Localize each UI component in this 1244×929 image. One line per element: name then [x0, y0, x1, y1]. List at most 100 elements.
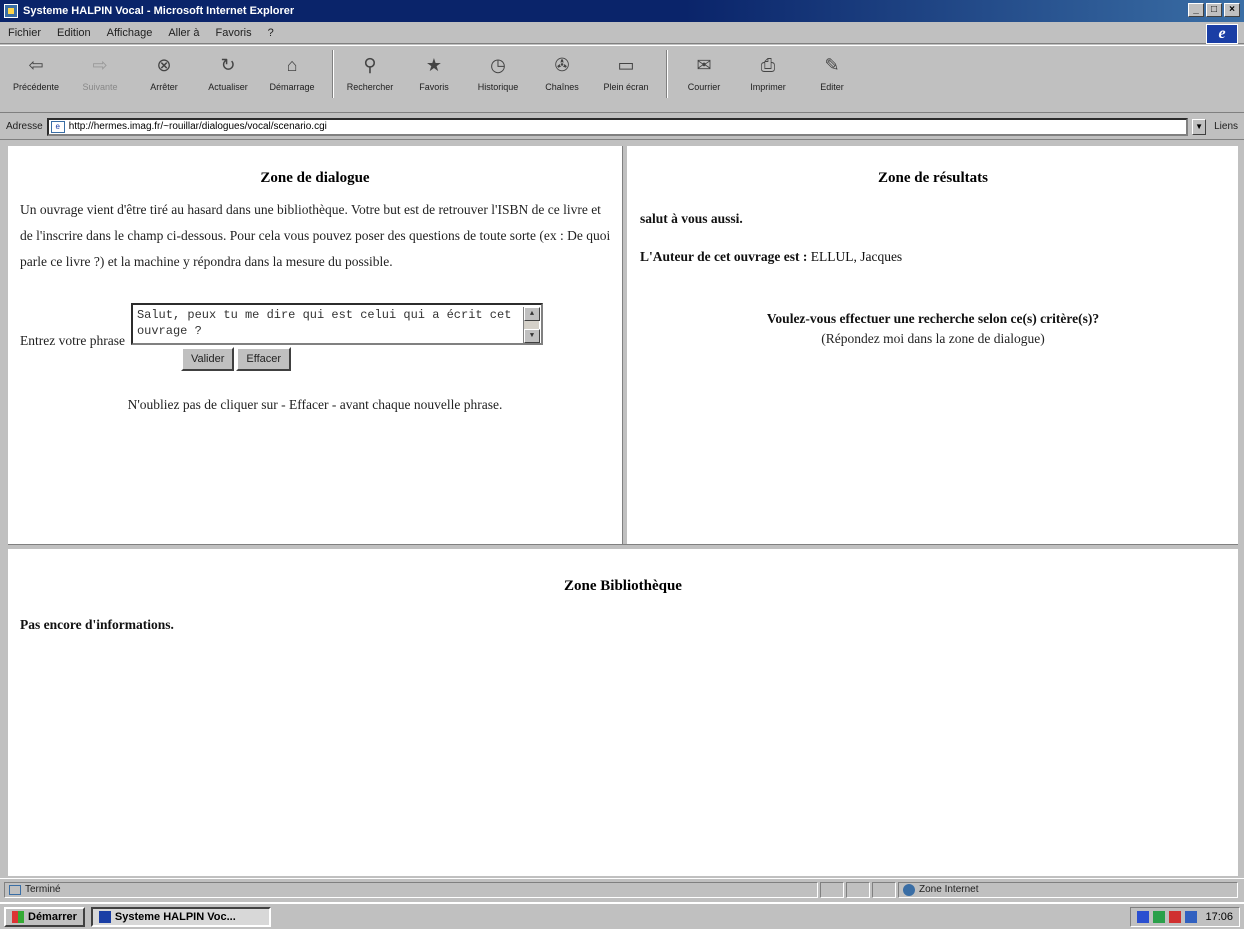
results-author-line: L'Auteur de cet ouvrage est : ELLUL, Jac… [640, 249, 1238, 265]
system-tray: 17:06 [1130, 906, 1240, 927]
address-input[interactable]: e http://hermes.imag.fr/~rouillar/dialog… [46, 117, 1189, 136]
status-zone-text: Zone Internet [919, 884, 979, 895]
phrase-input-column: Salut, peux tu me dire qui est celui qui… [130, 303, 543, 371]
mail-button[interactable]: ✉ Courrier [674, 50, 734, 104]
address-bar: Adresse e http://hermes.imag.fr/~rouilla… [0, 114, 1244, 140]
greeting-text: salut à vous aussi. [640, 211, 743, 226]
start-button[interactable]: Démarrer [4, 906, 85, 927]
menu-go[interactable]: Aller à [168, 27, 199, 39]
windows-flag-icon [12, 910, 24, 923]
history-label: Historique [477, 82, 519, 92]
status-text: Terminé [25, 884, 61, 895]
clear-button[interactable]: Effacer [236, 347, 292, 371]
form-buttons: Valider Effacer [180, 347, 292, 371]
refresh-button[interactable]: ↻ Actualiser [198, 50, 258, 104]
favorites-icon: ★ [425, 54, 443, 75]
start-label: Démarrer [28, 910, 77, 923]
close-button[interactable]: × [1224, 3, 1240, 17]
results-zone-title: Zone de résultats [878, 170, 988, 186]
edit-icon: ✎ [824, 54, 840, 75]
forward-button[interactable]: ⇨ Suivante [70, 50, 130, 104]
print-button[interactable]: ⎙ Imprimer [738, 50, 798, 104]
home-icon: ⌂ [286, 54, 298, 75]
library-text: Pas encore d'informations. [20, 617, 174, 632]
favorites-label: Favoris [419, 82, 449, 92]
channels-label: Chaînes [545, 82, 579, 92]
library-zone-title: Zone Bibliothèque [564, 578, 682, 594]
dialog-frame: Zone de dialogue Un ouvrage vient d'être… [8, 146, 622, 544]
menu-file[interactable]: Fichier [8, 27, 41, 39]
favorites-button[interactable]: ★ Favoris [404, 50, 464, 104]
stop-icon: ⊗ [156, 54, 172, 75]
channels-button[interactable]: ✇ Chaînes [532, 50, 592, 104]
scroll-down-icon[interactable]: ▼ [523, 329, 540, 343]
results-question: Voulez-vous effectuer une recherche selo… [766, 311, 1100, 326]
page-icon: e [50, 120, 65, 133]
edit-button[interactable]: ✎ Editer [802, 50, 862, 104]
toolbar-separator [666, 50, 668, 98]
address-label: Adresse [6, 121, 43, 132]
taskbar-window-label: Systeme HALPIN Voc... [114, 910, 236, 923]
menu-help[interactable]: ? [268, 27, 274, 39]
search-button[interactable]: ⚲ Rechercher [340, 50, 400, 104]
maximize-button[interactable]: □ [1206, 3, 1222, 17]
status-cell-empty-3 [872, 881, 896, 898]
refresh-icon: ↻ [220, 54, 236, 75]
library-frame: Zone Bibliothèque Pas encore d'informati… [8, 550, 1238, 876]
fullscreen-button[interactable]: ▭ Plein écran [596, 50, 656, 104]
links-button[interactable]: Liens [1214, 121, 1238, 132]
results-greeting: salut à vous aussi. [640, 211, 1238, 227]
history-button[interactable]: ◷ Historique [468, 50, 528, 104]
internet-zone-icon [903, 883, 915, 896]
author-prefix: L'Auteur de cet ouvrage est : [640, 249, 808, 264]
window-controls: _ □ × [1188, 3, 1240, 17]
history-icon: ◷ [490, 54, 506, 75]
minimize-button[interactable]: _ [1188, 3, 1204, 17]
print-label: Imprimer [750, 82, 786, 92]
phrase-label: Entrez votre phrase [20, 333, 125, 348]
search-icon: ⚲ [363, 54, 377, 75]
mail-icon: ✉ [696, 54, 712, 75]
fullscreen-icon: ▭ [617, 54, 635, 75]
volume-icon[interactable] [1153, 910, 1166, 923]
stop-button[interactable]: ⊗ Arrêter [134, 50, 194, 104]
home-label: Démarrage [269, 82, 315, 92]
network-icon[interactable] [1137, 910, 1150, 923]
edit-label: Editer [820, 82, 844, 92]
menu-edit[interactable]: Edition [57, 27, 91, 39]
search-label: Rechercher [346, 82, 394, 92]
phrase-textarea[interactable]: Salut, peux tu me dire qui est celui qui… [130, 303, 543, 345]
status-cell-empty-1 [820, 881, 844, 898]
results-hint: (Répondez moi dans la zone de dialogue) [821, 331, 1045, 346]
menu-bar: Fichier Edition Affichage Aller à Favori… [0, 22, 1244, 44]
forward-label: Suivante [82, 82, 118, 92]
done-page-icon [9, 884, 21, 895]
phrase-form: Entrez votre phrase Salut, peux tu me di… [20, 303, 622, 371]
status-cell-empty-2 [846, 881, 870, 898]
clock: 17:06 [1205, 910, 1233, 923]
toolbar: ⇦ Précédente ⇨ Suivante ⊗ Arrêter ↻ Actualis… [0, 45, 1244, 113]
phrase-scrollbar[interactable]: ▲ ▼ [522, 307, 540, 343]
menu-favorites[interactable]: Favoris [216, 27, 252, 39]
ie-app-icon [4, 4, 18, 18]
monitor-icon[interactable] [1185, 910, 1198, 923]
dialog-note: N'oubliez pas de cliquer sur - Effacer -… [127, 397, 503, 412]
status-zone-cell: Zone Internet [898, 881, 1238, 898]
back-arrow-icon: ⇦ [28, 54, 44, 75]
home-button[interactable]: ⌂ Démarrage [262, 50, 322, 104]
antivirus-icon[interactable] [1169, 910, 1182, 923]
status-text-cell: Terminé [4, 881, 818, 898]
fullscreen-label: Plein écran [603, 82, 649, 92]
dialog-intro-text: Un ouvrage vient d'être tiré au hasard d… [20, 202, 611, 269]
back-button[interactable]: ⇦ Précédente [6, 50, 66, 104]
refresh-label: Actualiser [208, 82, 248, 92]
menu-view[interactable]: Affichage [107, 27, 153, 39]
validate-button[interactable]: Valider [180, 347, 235, 371]
back-label: Précédente [12, 82, 60, 92]
taskbar-window-button[interactable]: Systeme HALPIN Voc... [90, 906, 271, 927]
author-value: ELLUL, Jacques [810, 249, 903, 264]
address-dropdown-button[interactable]: ▼ [1192, 118, 1207, 135]
print-icon: ⎙ [760, 54, 776, 75]
scroll-up-icon[interactable]: ▲ [523, 307, 540, 321]
ie-logo-icon: e [1206, 24, 1238, 44]
